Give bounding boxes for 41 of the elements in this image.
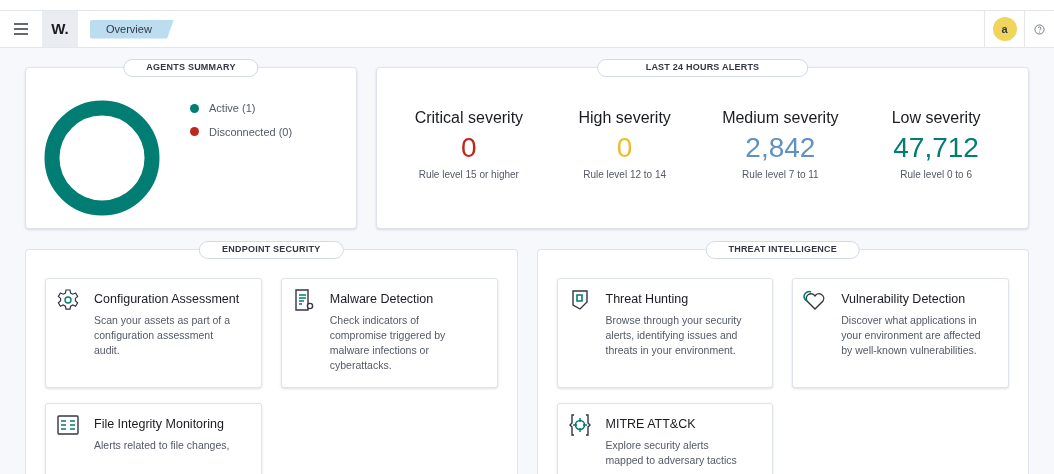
alert-count[interactable]: 0 bbox=[461, 131, 477, 165]
user-avatar[interactable]: a bbox=[992, 17, 1017, 41]
card-description: Browse through your security alerts, identifying issues and threats in your environment. bbox=[605, 312, 743, 358]
gear-icon bbox=[56, 288, 80, 312]
feature-card[interactable]: MITRE ATT&CK Explore security alerts mapped to adversary tactics bbox=[556, 403, 774, 474]
list-icon bbox=[56, 413, 80, 437]
card-description: Check indicators of compromise triggered by malware infections or cyberattacks. bbox=[329, 312, 447, 373]
card-title: File Integrity Monitoring bbox=[94, 416, 225, 433]
feature-card[interactable]: File Integrity Monitoring Alerts related to file changes, bbox=[45, 403, 262, 474]
feature-card[interactable]: Malware Detection Check indicators of compromise triggered by malware infections or cyberattacks. bbox=[280, 278, 498, 388]
card-title: Configuration Assessment bbox=[94, 291, 240, 308]
rule-level-caption: Rule level 7 to 11 bbox=[742, 168, 819, 182]
card-title: Threat Hunting bbox=[605, 291, 690, 308]
menu-icon[interactable] bbox=[14, 23, 28, 35]
severity-label: Critical severity bbox=[414, 108, 524, 128]
card-description: Scan your assets as part of a configuration assessment audit. bbox=[94, 312, 231, 358]
card-description: Discover what applications in your environment are affected by well-known vulnerabilities. bbox=[841, 312, 982, 358]
card-title: MITRE ATT&CK bbox=[605, 416, 697, 433]
rule-level-caption: Rule level 15 or higher bbox=[418, 168, 519, 182]
feature-card[interactable]: Threat Hunting Browse through your security alerts, identifying issues and threats in your environment. bbox=[556, 278, 774, 388]
help-icon[interactable] bbox=[1034, 23, 1045, 35]
rule-level-caption: Rule level 0 to 6 bbox=[900, 168, 972, 182]
panel-title: THREAT INTELLIGENCE bbox=[705, 241, 861, 259]
feature-card[interactable]: Configuration Assessment Scan your assets as part of a configuration assessment audit. bbox=[45, 278, 262, 388]
legend-label: Disconnected (0) bbox=[209, 124, 293, 140]
card-title: Vulnerability Detection bbox=[841, 291, 967, 308]
card-description: Explore security alerts mapped to adversary tactics bbox=[605, 437, 738, 468]
panel-title: ENDPOINT SECURITY bbox=[199, 241, 344, 259]
breadcrumb[interactable]: Overview bbox=[90, 19, 174, 39]
card-description: Alerts related to file changes, bbox=[94, 437, 231, 453]
feature-card[interactable]: Vulnerability Detection Discover what applications in your environment are affected by well-known vulnerabilities. bbox=[792, 278, 1009, 388]
severity-label: High severity bbox=[578, 108, 671, 128]
severity-label: Medium severity bbox=[722, 108, 839, 128]
legend-label: Active (1) bbox=[209, 101, 256, 116]
panel-title: LAST 24 HOURS ALERTS bbox=[596, 59, 809, 77]
severity-label: Low severity bbox=[891, 108, 981, 128]
target-icon bbox=[567, 413, 592, 437]
card-title: Malware Detection bbox=[329, 291, 435, 308]
alert-count[interactable]: 47,712 bbox=[893, 131, 979, 165]
rule-level-caption: Rule level 12 to 14 bbox=[583, 168, 667, 182]
panel-title: AGENTS SUMMARY bbox=[123, 59, 259, 77]
